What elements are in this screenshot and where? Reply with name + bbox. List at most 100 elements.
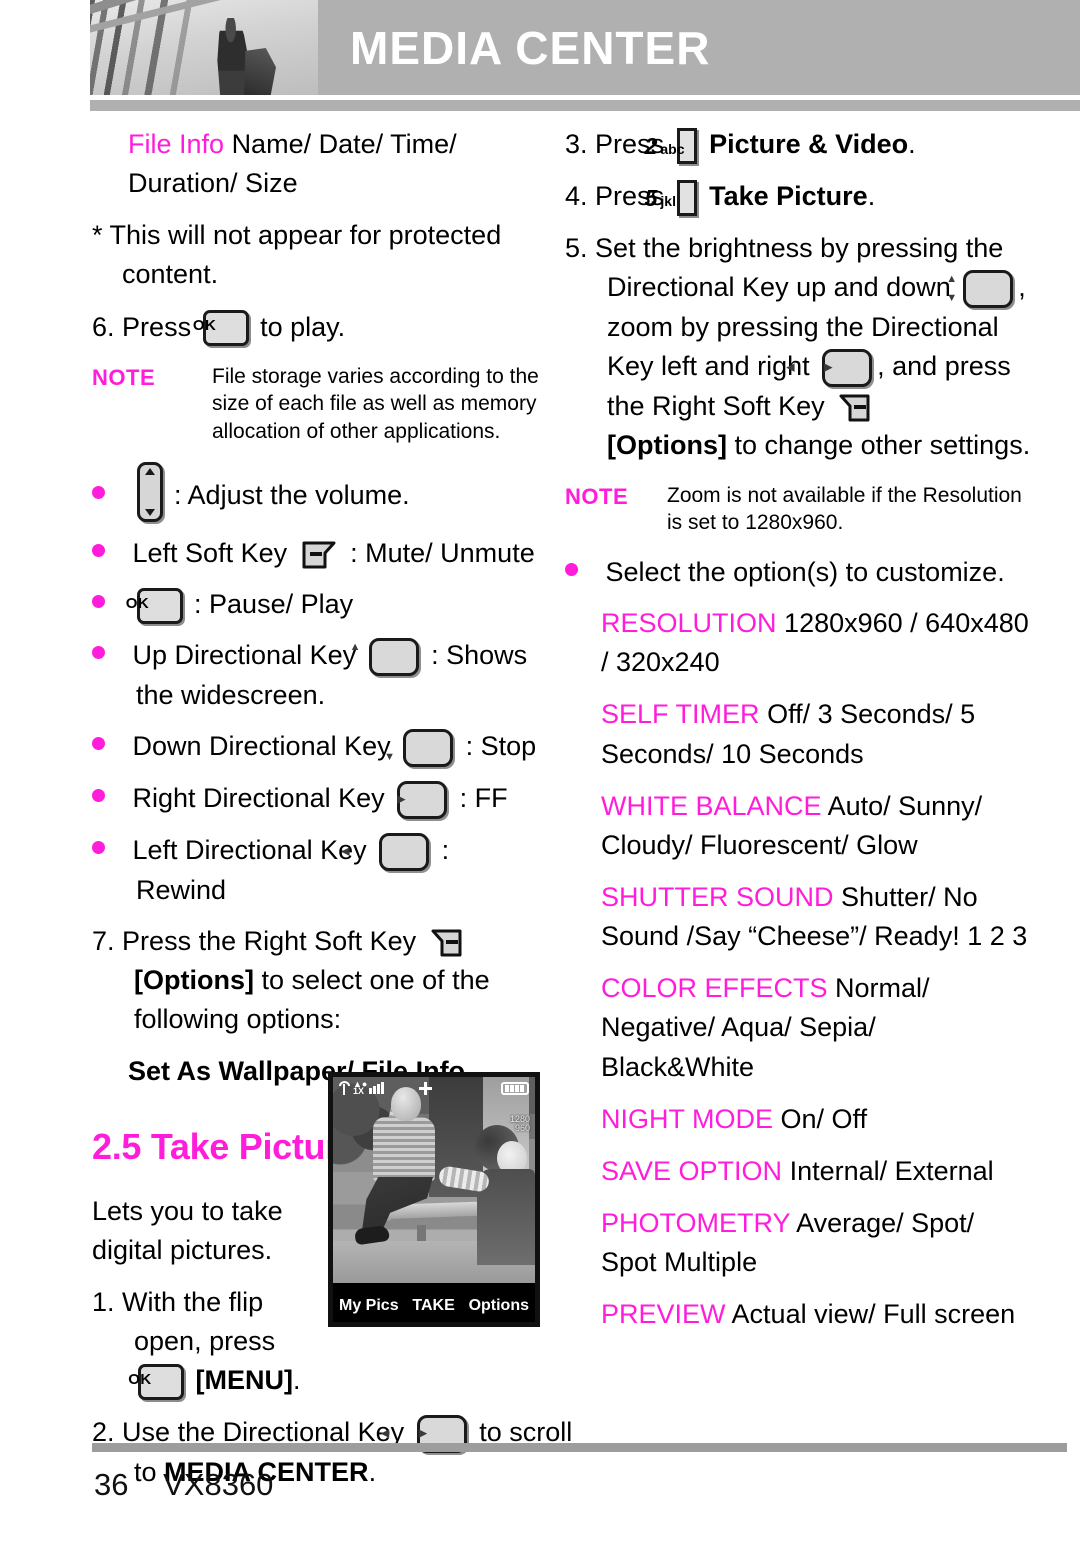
- bullet-left-dir-pre: Left Directional Key: [132, 834, 367, 865]
- signal-icon: [339, 1081, 350, 1095]
- step-4: 4. Press 5 jkl Take Picture.: [565, 177, 1035, 217]
- step-7-number: 7.: [92, 925, 115, 956]
- setting-name: NIGHT MODE: [601, 1103, 774, 1134]
- step-5: 5. Set the brightness by pressing the Di…: [565, 229, 1035, 465]
- setting-values: Actual view/ Full screen: [731, 1299, 1016, 1330]
- bullet-dot-icon: [565, 563, 578, 577]
- soft-key-left-label[interactable]: My Pics: [339, 1297, 399, 1315]
- bullet-right-dir-pre: Right Directional Key: [132, 783, 385, 814]
- bullet-dot-icon: [92, 841, 105, 855]
- soft-key-right-label[interactable]: Options: [469, 1297, 529, 1315]
- setting-save-option: SAVE OPTION Internal/ External: [565, 1152, 1035, 1191]
- right-directional-key-icon: ▶: [397, 780, 448, 819]
- phone-soft-key-bar: My Pics TAKE Options: [333, 1289, 535, 1322]
- step-6: 6. Press OK to play.: [92, 308, 542, 347]
- setting-name: RESOLUTION: [601, 608, 777, 639]
- file-info-line: File Info Name/ Date/ Time/ Duration/ Si…: [92, 125, 542, 203]
- footer-divider: [92, 1443, 1067, 1452]
- phone-camera-preview: ▲● 1X 1280 960: [333, 1077, 535, 1283]
- bullet-dot-icon: [92, 646, 105, 660]
- bullet-dot-icon: [92, 544, 105, 557]
- step-3-post: .: [908, 129, 916, 159]
- note-label: NOTE: [565, 483, 629, 509]
- right-column: 3. Press 2 abc Picture & Video. 4. Press …: [565, 125, 1035, 1347]
- setting-white-balance: WHITE BALANCE Auto/ Sunny/ Cloudy/ Fluor…: [565, 787, 1035, 865]
- bullet-dot-icon: [92, 486, 105, 499]
- file-info-label: File Info: [128, 129, 225, 159]
- volume-rocker-icon: [136, 461, 163, 522]
- note-file-storage: NOTE File storage varies according to th…: [92, 363, 542, 446]
- setting-photometry: PHOTOMETRY Average/ Spot/ Spot Multiple: [565, 1204, 1035, 1282]
- left-directional-key-icon: ◀: [341, 832, 430, 871]
- protected-content-note: * This will not appear for protected con…: [92, 220, 502, 290]
- network-1x-label: ▲● 1X: [353, 1079, 368, 1096]
- step-1-menu-label: [MENU]: [195, 1365, 293, 1396]
- step-4-target: Take Picture: [709, 181, 868, 212]
- setting-resolution: RESOLUTION 1280x960 / 640x480 / 320x240: [565, 604, 1035, 682]
- page-title: MEDIA CENTER: [350, 21, 711, 74]
- bullet-right-dir-post: : FF: [459, 783, 508, 814]
- setting-name: SAVE OPTION: [601, 1155, 783, 1186]
- step-6-number: 6.: [92, 311, 115, 342]
- soft-key-center-label[interactable]: TAKE: [412, 1297, 454, 1315]
- bullet-left-soft-key-post: : Mute/ Unmute: [350, 537, 535, 568]
- bullet-up-directional-key: Up Directional Key ▲ : Shows the widescr…: [92, 636, 542, 715]
- ok-key-icon: OK: [128, 1364, 184, 1401]
- bullet-left-soft-key: Left Soft Key : Mute/ Unmute: [92, 534, 542, 573]
- setting-name: COLOR EFFECTS: [601, 973, 828, 1004]
- signal-bars-icon: [369, 1082, 385, 1094]
- bullet-dot-icon: [92, 595, 105, 609]
- setting-night-mode: NIGHT MODE On/ Off: [565, 1100, 1035, 1139]
- setting-shutter-sound: SHUTTER SOUND Shutter/ No Sound /Say “Ch…: [565, 878, 1035, 956]
- setting-name: SHUTTER SOUND: [601, 882, 834, 913]
- setting-name: PREVIEW: [601, 1299, 726, 1330]
- phone-status-bar: ▲● 1X: [333, 1077, 535, 1099]
- step-6-post: to play.: [260, 311, 346, 342]
- step-6-pre: Press: [122, 311, 192, 342]
- resolution-overlay: 1280 960: [509, 1114, 530, 1133]
- bullet-volume-label: : Adjust the volume.: [174, 479, 410, 510]
- model-name: VX8360: [163, 1467, 274, 1502]
- step-3: 3. Press 2 abc Picture & Video.: [565, 125, 1035, 164]
- right-soft-key-icon: [431, 929, 462, 957]
- header-divider: [90, 100, 1080, 111]
- page-header: MEDIA CENTER: [90, 0, 1080, 95]
- setting-name: PHOTOMETRY: [601, 1208, 791, 1238]
- bullet-left-soft-key-pre: Left Soft Key: [132, 537, 288, 568]
- note-text: Zoom is not available if the Resolution …: [667, 483, 1022, 535]
- up-down-directional-key-icon: ▲ ▼: [946, 270, 1014, 309]
- step-1-post: .: [293, 1365, 301, 1396]
- step-1-number: 1.: [92, 1286, 115, 1317]
- footer: 36 VX8360: [94, 1467, 273, 1503]
- navigation-icon: [418, 1081, 432, 1095]
- bullet-up-dir-pre: Up Directional Key: [132, 640, 357, 671]
- step-7-pre: Press the Right Soft Key: [122, 925, 417, 956]
- ok-key-icon: OK: [126, 587, 183, 624]
- step-5-options: [Options]: [607, 430, 727, 461]
- step-5-text-4: to change other settings.: [734, 430, 1031, 461]
- step-5-text-1: Set the brightness by pressing the Direc…: [595, 233, 1004, 303]
- battery-full-icon: [500, 1081, 529, 1095]
- section-intro: Lets you to take digital pictures.: [92, 1195, 283, 1265]
- bullet-right-directional-key: Right Directional Key ▶ : FF: [92, 779, 542, 819]
- left-soft-key-icon: [302, 541, 336, 569]
- number-key-2-icon: 2 abc: [645, 127, 697, 164]
- step-4-number: 4.: [565, 181, 588, 212]
- bullet-ok-key-label: : Pause/ Play: [194, 589, 354, 619]
- step-7-options: [Options]: [134, 965, 254, 996]
- note-zoom-resolution: NOTE Zoom is not available if the Resolu…: [565, 482, 1035, 537]
- setting-name: SELF TIMER: [601, 699, 760, 730]
- header-photo: [90, 0, 318, 95]
- left-right-directional-key-icon: ◀ ▶: [786, 349, 873, 388]
- setting-self-timer: SELF TIMER Off/ 3 Seconds/ 5 Seconds/ 10…: [565, 695, 1035, 773]
- bullet-select-options-label: Select the option(s) to customize.: [605, 557, 1005, 588]
- bullet-down-dir-pre: Down Directional Key: [132, 731, 391, 762]
- setting-color-effects: COLOR EFFECTS Normal/ Negative/ Aqua/ Se…: [565, 969, 1035, 1086]
- phone-screenshot: ▲● 1X 1280 960 My Pics TAKE Options: [328, 1072, 540, 1327]
- setting-values: Internal/ External: [789, 1155, 994, 1186]
- step-2-post: .: [368, 1457, 377, 1488]
- bullet-down-dir-post: : Stop: [465, 731, 537, 762]
- page-number: 36: [94, 1467, 129, 1502]
- step-4-post: .: [867, 181, 876, 212]
- bullet-left-directional-key: Left Directional Key ◀ : Rewind: [92, 831, 542, 910]
